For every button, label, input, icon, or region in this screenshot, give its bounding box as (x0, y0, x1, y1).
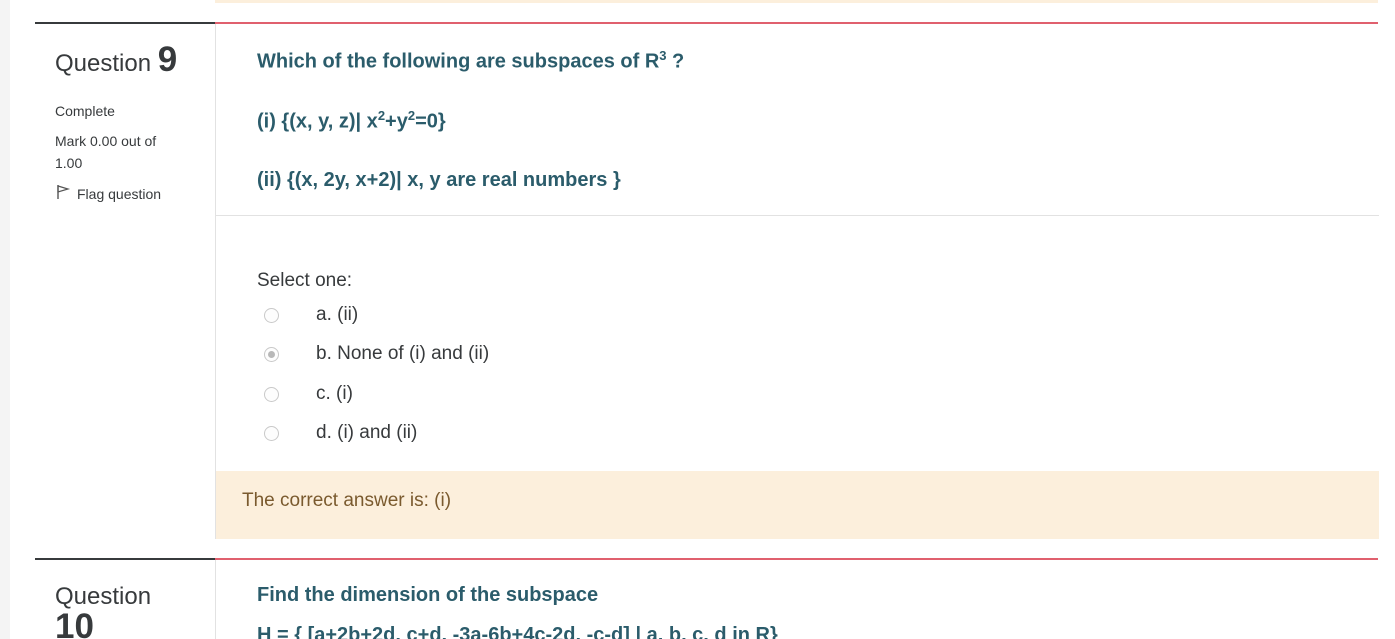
question-text-line-2: H = { [a+2b+2d, c+d, -3a-6b+4c-2d, -c-d]… (257, 624, 778, 639)
question-number: Question 10 (55, 582, 205, 639)
previous-feedback-box (215, 0, 1378, 3)
question-text-divider (216, 215, 1379, 216)
answer-radio[interactable] (264, 386, 279, 402)
answer-radio[interactable] (264, 307, 279, 323)
question-state: Complete (55, 103, 115, 119)
answer-option-c[interactable]: c. (i) (264, 383, 353, 405)
answer-label: a. (ii) (316, 304, 359, 325)
question-text-line-1: Find the dimension of the subspace (257, 584, 599, 606)
question-label: Question (55, 50, 152, 77)
answer-label: b. None of (i) and (ii) (316, 343, 490, 364)
answer-option-b[interactable]: b. None of (i) and (ii) (264, 343, 489, 365)
question-formulation: Find the dimension of the subspace H = {… (215, 560, 1378, 639)
correct-answer-text: The correct answer is: (i) (242, 490, 452, 511)
answer-label: c. (i) (316, 383, 353, 404)
answer-radio[interactable] (264, 346, 279, 362)
flag-question-label: Flag question (77, 185, 162, 202)
question-content: Which of the following are subspaces of … (215, 24, 1379, 539)
question-text-line-1: Which of the following are subspaces of … (257, 48, 685, 73)
question-content: Find the dimension of the subspace H = {… (215, 560, 1378, 639)
feedback-box: The correct answer is: (i) (216, 471, 1379, 539)
question-label: Question (55, 583, 152, 610)
question-10: Question 10 Find the dimension of the su… (35, 558, 1378, 639)
question-number-value: 10 (55, 607, 94, 639)
answer-option-d[interactable]: d. (i) and (ii) (264, 422, 417, 444)
question-9: Question 9 Complete Mark 0.00 out of 1.0… (35, 22, 1379, 542)
question-info: Question 9 Complete Mark 0.00 out of 1.0… (55, 22, 205, 203)
quiz-review-page: Question 9 Complete Mark 0.00 out of 1.0… (0, 0, 1395, 639)
question-number-value: 9 (157, 40, 178, 79)
answer-radio[interactable] (264, 425, 279, 441)
question-text-line-3: (ii) {(x, 2y, x+2)| x, y are real number… (257, 169, 621, 191)
flag-question-link[interactable]: Flag question (55, 184, 205, 203)
question-text-line-2: (i) {(x, y, z)| x2+y2=0} (257, 108, 446, 133)
answer-prompt: Select one: (257, 270, 353, 291)
page-gutter (0, 0, 10, 639)
question-info: Question 10 (55, 558, 205, 639)
answer-label: d. (i) and (ii) (316, 422, 418, 443)
question-number: Question 9 (55, 42, 205, 77)
answer-option-a[interactable]: a. (ii) (264, 304, 358, 326)
flag-icon (55, 184, 71, 203)
question-formulation: Which of the following are subspaces of … (215, 24, 1379, 539)
question-grade: Mark 0.00 out of 1.00 (55, 133, 157, 171)
